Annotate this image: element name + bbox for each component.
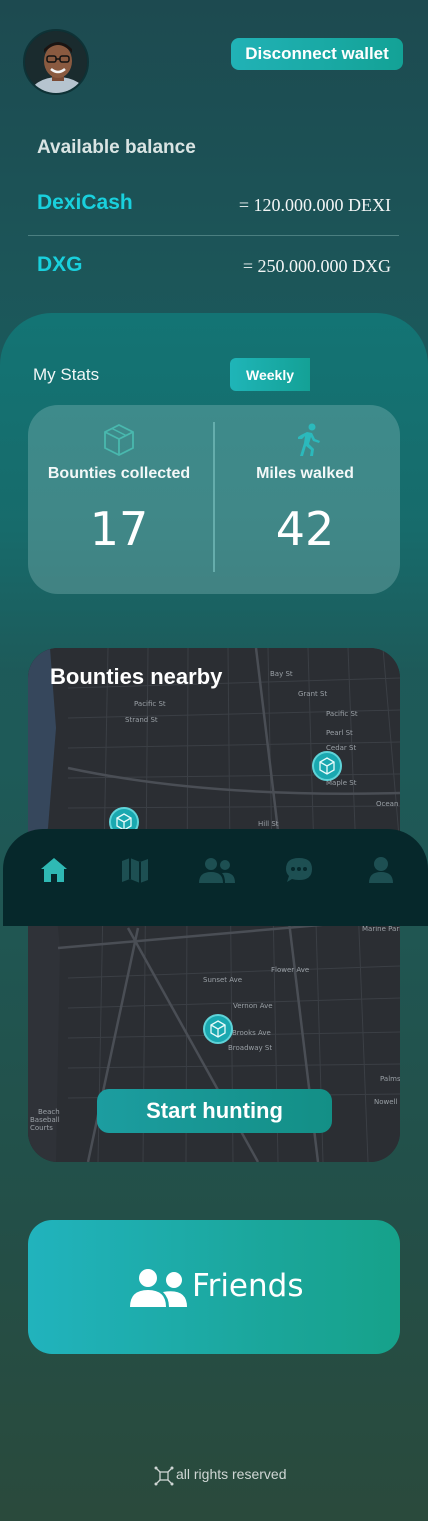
group-icon[interactable] xyxy=(198,855,236,885)
svg-text:Courts: Courts xyxy=(30,1124,53,1132)
svg-text:Pacific St: Pacific St xyxy=(134,700,166,708)
period-selector[interactable]: Weekly xyxy=(230,358,310,391)
svg-text:Marine Park: Marine Park xyxy=(362,925,400,933)
footer-text: all rights reserved xyxy=(176,1466,287,1482)
map-icon[interactable] xyxy=(120,855,150,885)
dexicash-value: = 120.000.000 DEXI xyxy=(238,195,391,215)
chat-icon[interactable] xyxy=(284,855,314,885)
svg-text:Palms: Palms xyxy=(380,1075,400,1083)
disconnect-wallet-button[interactable]: Disconnect wallet xyxy=(231,38,403,70)
home-icon[interactable] xyxy=(39,855,69,885)
miles-walked-value: 42 xyxy=(275,502,335,556)
svg-text:Ocean Pa: Ocean Pa xyxy=(376,800,400,808)
dxg-value: = 250.000.000 DXG xyxy=(242,256,391,276)
stats-title: My Stats xyxy=(33,365,100,384)
svg-text:Nowell: Nowell xyxy=(374,1098,397,1106)
box-icon xyxy=(101,422,137,458)
svg-text:Bay St: Bay St xyxy=(270,670,293,678)
dxg-label: DXG xyxy=(37,253,83,276)
logo-icon xyxy=(154,1466,174,1486)
avatar[interactable] xyxy=(23,29,89,95)
dexicash-label: DexiCash xyxy=(37,191,133,214)
balance-label: Available balance xyxy=(37,137,196,158)
svg-text:Grant St: Grant St xyxy=(298,690,327,698)
svg-text:Flower Ave: Flower Ave xyxy=(271,966,309,974)
balance-divider xyxy=(28,235,399,236)
svg-text:Pacific St: Pacific St xyxy=(326,710,358,718)
map-title: Bounties nearby xyxy=(50,664,223,689)
start-hunting-button[interactable]: Start hunting xyxy=(97,1089,332,1133)
bounties-collected-label: Bounties collected xyxy=(47,465,191,482)
svg-text:Beach: Beach xyxy=(38,1108,60,1116)
svg-text:Pearl St: Pearl St xyxy=(326,729,353,737)
svg-text:Sunset Ave: Sunset Ave xyxy=(203,976,242,984)
walking-icon xyxy=(290,422,326,458)
friends-label: Friends xyxy=(192,1268,304,1304)
svg-text:Cedar St: Cedar St xyxy=(326,744,356,752)
svg-text:Broadway St: Broadway St xyxy=(228,1044,272,1052)
profile-icon[interactable] xyxy=(366,855,396,885)
svg-text:Brooks Ave: Brooks Ave xyxy=(232,1029,271,1037)
miles-walked-label: Miles walked xyxy=(256,465,354,482)
svg-text:Hill St: Hill St xyxy=(258,820,279,828)
group-icon xyxy=(130,1268,188,1308)
bounties-collected-value: 17 xyxy=(89,502,149,556)
svg-text:Strand St: Strand St xyxy=(125,716,158,724)
svg-text:Baseball: Baseball xyxy=(30,1116,60,1124)
svg-text:Vernon Ave: Vernon Ave xyxy=(233,1002,273,1010)
user-avatar-photo xyxy=(25,31,87,93)
